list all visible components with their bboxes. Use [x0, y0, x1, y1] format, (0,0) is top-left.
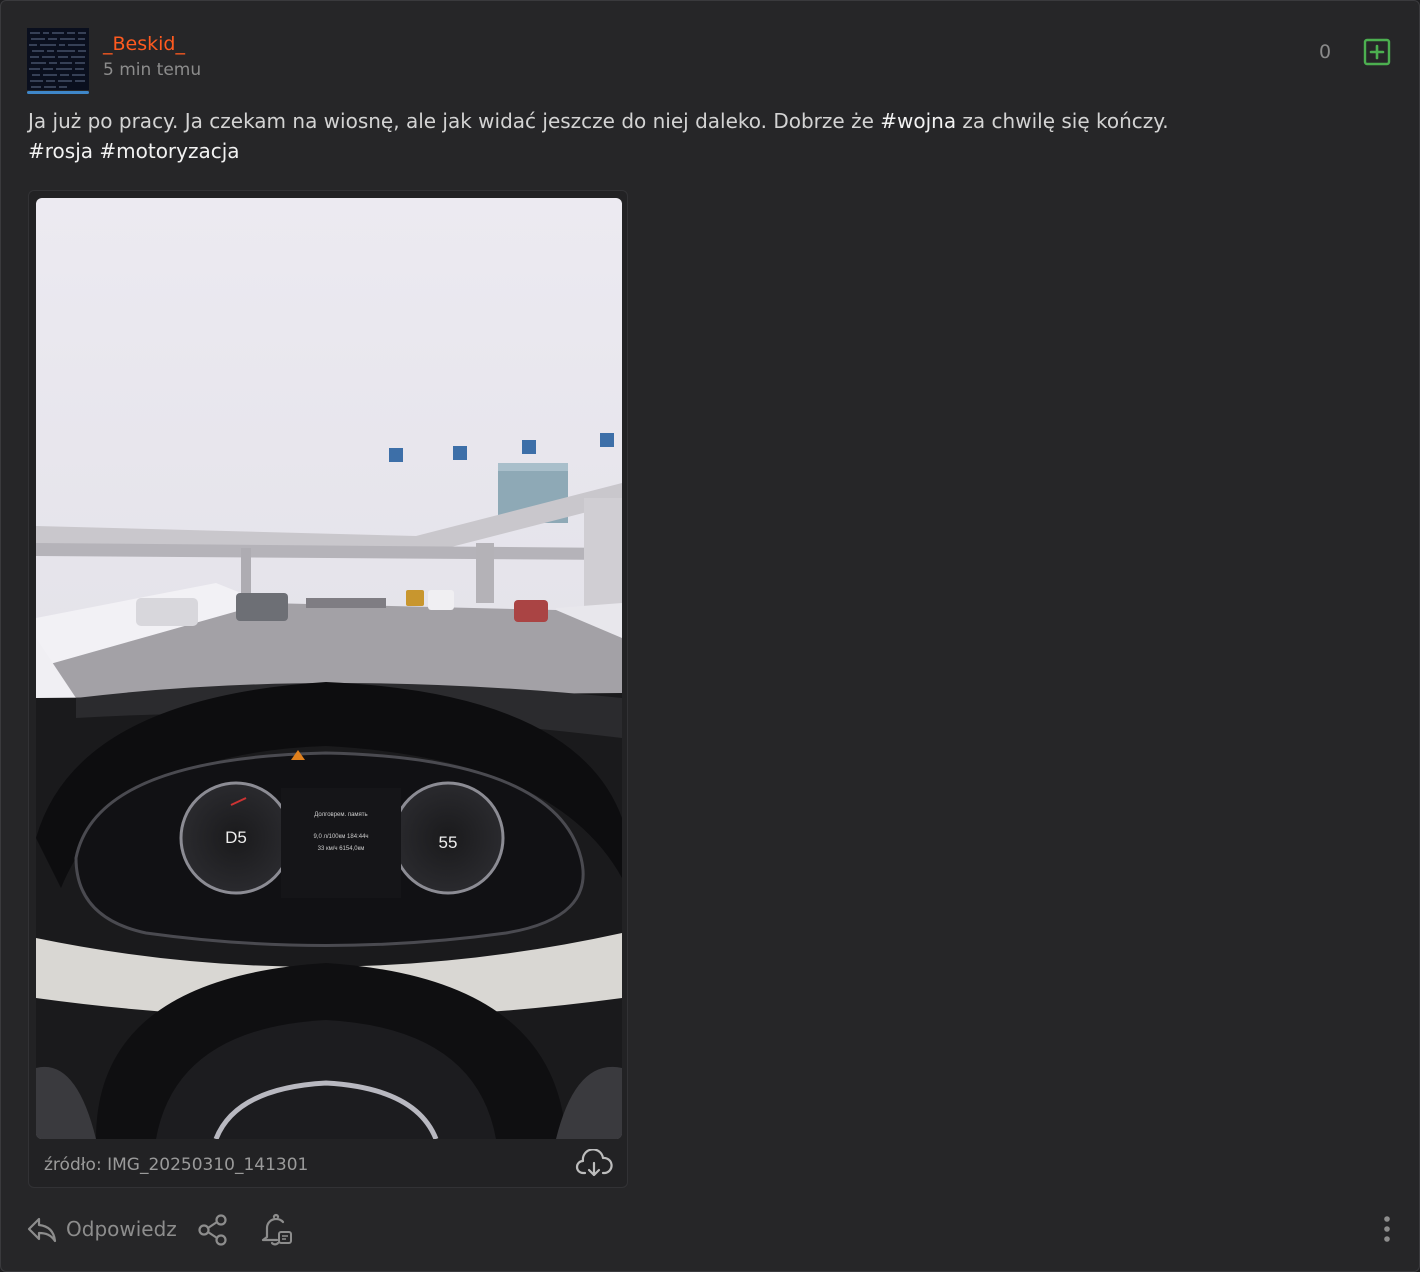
- svg-text:Долговрем. память: Долговрем. память: [314, 812, 367, 818]
- cloud-download-icon[interactable]: [575, 1148, 613, 1179]
- svg-text:D5: D5: [225, 828, 247, 847]
- reply-icon[interactable]: [26, 1213, 58, 1245]
- avatar[interactable]: [27, 28, 89, 90]
- post-text-continued: za chwilę się kończy.: [956, 109, 1169, 133]
- username-link[interactable]: _Beskid_: [103, 33, 185, 55]
- more-vertical-icon[interactable]: [1375, 1213, 1399, 1247]
- tag-wojna[interactable]: #wojna: [880, 109, 956, 133]
- svg-text:55: 55: [439, 833, 458, 852]
- plus-square-icon[interactable]: [1363, 38, 1391, 66]
- vote-count: 0: [1319, 41, 1332, 63]
- post-text: Ja już po pracy. Ja czekam na wiosnę, al…: [28, 109, 881, 133]
- post-timestamp: 5 min temu: [103, 60, 202, 80]
- tag-rosja[interactable]: #rosja: [28, 139, 93, 163]
- avatar-underline: [27, 91, 89, 94]
- svg-text:9,0 л/100км 184:44ч: 9,0 л/100км 184:44ч: [313, 834, 368, 840]
- reply-button[interactable]: Odpowiedz: [66, 1217, 177, 1241]
- post-body: Ja już po pracy. Ja czekam na wiosnę, al…: [28, 106, 1328, 166]
- tag-motoryzacja[interactable]: #motoryzacja: [99, 139, 239, 163]
- post-card: _Beskid_ 5 min temu 0 Ja już po pracy. J…: [0, 0, 1420, 1272]
- post-image[interactable]: D5 55 Долговрем. память 9,0 л/100км 184:…: [36, 198, 622, 1139]
- share-icon[interactable]: [196, 1213, 230, 1247]
- media-card: D5 55 Долговрем. память 9,0 л/100км 184:…: [28, 190, 628, 1188]
- bell-icon[interactable]: [258, 1213, 294, 1249]
- svg-text:33 км/ч 6154,0км: 33 км/ч 6154,0км: [318, 846, 365, 852]
- image-source-text: źródło: IMG_20250310_141301: [44, 1155, 309, 1175]
